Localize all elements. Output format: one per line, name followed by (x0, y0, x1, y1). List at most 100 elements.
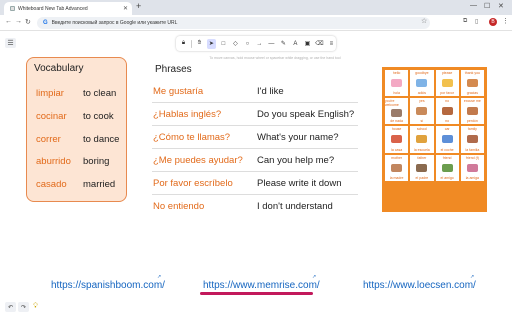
undo-icon[interactable]: ↶ (5, 302, 16, 312)
arrow-icon[interactable]: → (255, 39, 264, 49)
highlight-underline[interactable] (200, 292, 313, 295)
picture-card-spanish: el amigo (440, 175, 454, 180)
vocab-spanish: correr (36, 134, 61, 145)
vocab-spanish: casado (36, 179, 67, 190)
phrases-title: Phrases (155, 64, 192, 75)
picture-card-illustration (391, 163, 403, 172)
picture-card-spanish: la familia (465, 147, 480, 152)
picture-card-spanish: perdón (466, 119, 478, 124)
external-link-icon[interactable]: ↗ (312, 274, 316, 280)
close-tab-icon[interactable]: ✕ (123, 5, 128, 12)
vocab-spanish: cocinar (36, 111, 67, 122)
sidepanel-icon[interactable]: ▯ (475, 18, 478, 25)
avatar[interactable]: B (489, 18, 497, 26)
picture-card-illustration (391, 109, 403, 118)
phrase-row[interactable]: ¿Me puedes ayudar? Can you help me? (152, 149, 358, 172)
phrase-english: I don't understand (257, 201, 333, 212)
tab-active[interactable]: Whiteboard New Tab Advanced ✕ (4, 2, 132, 15)
google-icon: G (43, 20, 48, 26)
phrase-row[interactable]: No entiendo I don't understand (152, 195, 358, 218)
picture-card: excuse me perdón (460, 98, 484, 125)
vocab-english: married (83, 179, 116, 190)
select-pointer-icon[interactable]: ➤ (206, 38, 216, 49)
picture-card-spanish: de nada (390, 119, 403, 124)
rectangle-icon[interactable]: □ (219, 39, 228, 49)
picture-card-spanish: la amiga (465, 175, 479, 180)
hamburger-menu-icon[interactable]: ☰ (5, 38, 16, 48)
maximize-icon[interactable]: ☐ (484, 2, 490, 10)
vocab-english: boring (83, 156, 110, 167)
picture-card: school la escuela (410, 126, 434, 153)
phrase-row[interactable]: Por favor escríbelo Please write it down (152, 172, 358, 195)
link-loecsen[interactable]: https://www.loecsen.com/ (363, 280, 476, 291)
tab-favicon-icon (10, 6, 15, 11)
picture-card: father el padre (410, 154, 434, 181)
text-icon[interactable]: A (291, 39, 300, 49)
picture-card-illustration (466, 135, 478, 144)
vocab-english: to dance (83, 134, 120, 145)
picture-card-english: excuse me (463, 99, 481, 104)
picture-card-spanish: la madre (389, 175, 404, 180)
link-memrise[interactable]: https://www.memrise.com/ (203, 280, 320, 291)
pencil-icon[interactable]: ✎ (279, 39, 288, 49)
picture-card-spanish: adiós (417, 91, 427, 96)
more-tools-icon[interactable]: ≡ (327, 39, 336, 49)
picture-card-spanish: la escuela (413, 147, 430, 152)
new-tab-button[interactable]: + (136, 1, 141, 11)
bookmark-star-icon[interactable]: ☆ (421, 17, 427, 25)
picture-card-spanish: el coche (440, 147, 454, 152)
reload-icon[interactable]: ↻ (25, 18, 31, 26)
browser-menu-icon[interactable]: ⋮ (502, 17, 509, 25)
picture-card-illustration (466, 107, 478, 116)
picture-card-english: car (444, 127, 450, 132)
hand-icon[interactable]: ✋︎ (195, 39, 204, 49)
picture-card: no no (435, 98, 459, 125)
picture-dictionary-image[interactable]: hello hola goodbye adiós please por favor than… (382, 67, 487, 212)
line-icon[interactable]: — (267, 39, 276, 49)
picture-card: friend (f) la amiga (460, 154, 484, 181)
redo-icon[interactable]: ↷ (18, 302, 29, 312)
phrase-spanish: ¿Me puedes ayudar? (153, 155, 243, 166)
lightbulb-icon[interactable]: 💡︎ (33, 303, 38, 311)
link-spanishboom[interactable]: https://spanishboom.com/ (51, 280, 165, 291)
picture-card-english: no (445, 99, 450, 104)
picture-card-illustration (466, 79, 478, 88)
picture-card-spanish: gracias (466, 91, 479, 96)
picture-card-illustration (441, 135, 453, 144)
eraser-icon[interactable]: ⌫ (315, 39, 324, 49)
picture-card-illustration (416, 135, 428, 144)
picture-card-english: hello (392, 71, 401, 75)
phrase-row[interactable]: Me gustaría I'd like (152, 80, 358, 103)
picture-card: family la familia (460, 126, 484, 153)
phrase-english: Can you help me? (257, 155, 335, 166)
picture-card-english: school (416, 127, 427, 132)
phrase-row[interactable]: ¿Cómo te llamas? What's your name? (152, 126, 358, 149)
picture-card-illustration (441, 79, 453, 88)
phrase-row[interactable]: ¿Hablas inglés? Do you speak English? (152, 103, 358, 126)
window-close-icon[interactable]: ✕ (498, 2, 504, 10)
diamond-icon[interactable]: ◇ (231, 39, 240, 49)
picture-card-english: friend (442, 155, 452, 160)
vocabulary-title: Vocabulary (34, 63, 84, 74)
phrase-spanish: Me gustaría (153, 86, 204, 97)
picture-card-english: goodbye (415, 71, 429, 75)
ellipse-icon[interactable]: ○ (243, 39, 252, 49)
vocabulary-card[interactable]: Vocabulary limpiar to clean cocinar to c… (26, 57, 127, 202)
toolbar-divider (191, 39, 192, 48)
omnibox[interactable]: G Введите поисковый запрос в Google или … (37, 17, 430, 29)
external-link-icon[interactable]: ↗ (470, 274, 474, 280)
picture-card: hello hola (385, 70, 409, 97)
phrase-spanish: Por favor escríbelo (153, 178, 233, 189)
lock-icon[interactable]: 🔒︎ (179, 39, 188, 49)
vocab-english: to cook (83, 111, 114, 122)
phrase-english: Do you speak English? (257, 109, 355, 120)
image-icon[interactable]: ▣ (303, 39, 312, 49)
extensions-icon[interactable]: ⧉ (463, 18, 467, 25)
picture-card-illustration (416, 163, 428, 172)
phrase-english: Please write it down (257, 178, 342, 189)
external-link-icon[interactable]: ↗ (157, 274, 161, 280)
forward-icon[interactable]: → (15, 18, 22, 25)
back-icon[interactable]: ← (5, 18, 12, 25)
vocab-spanish: limpiar (36, 88, 64, 99)
minimize-icon[interactable]: — (470, 2, 477, 9)
